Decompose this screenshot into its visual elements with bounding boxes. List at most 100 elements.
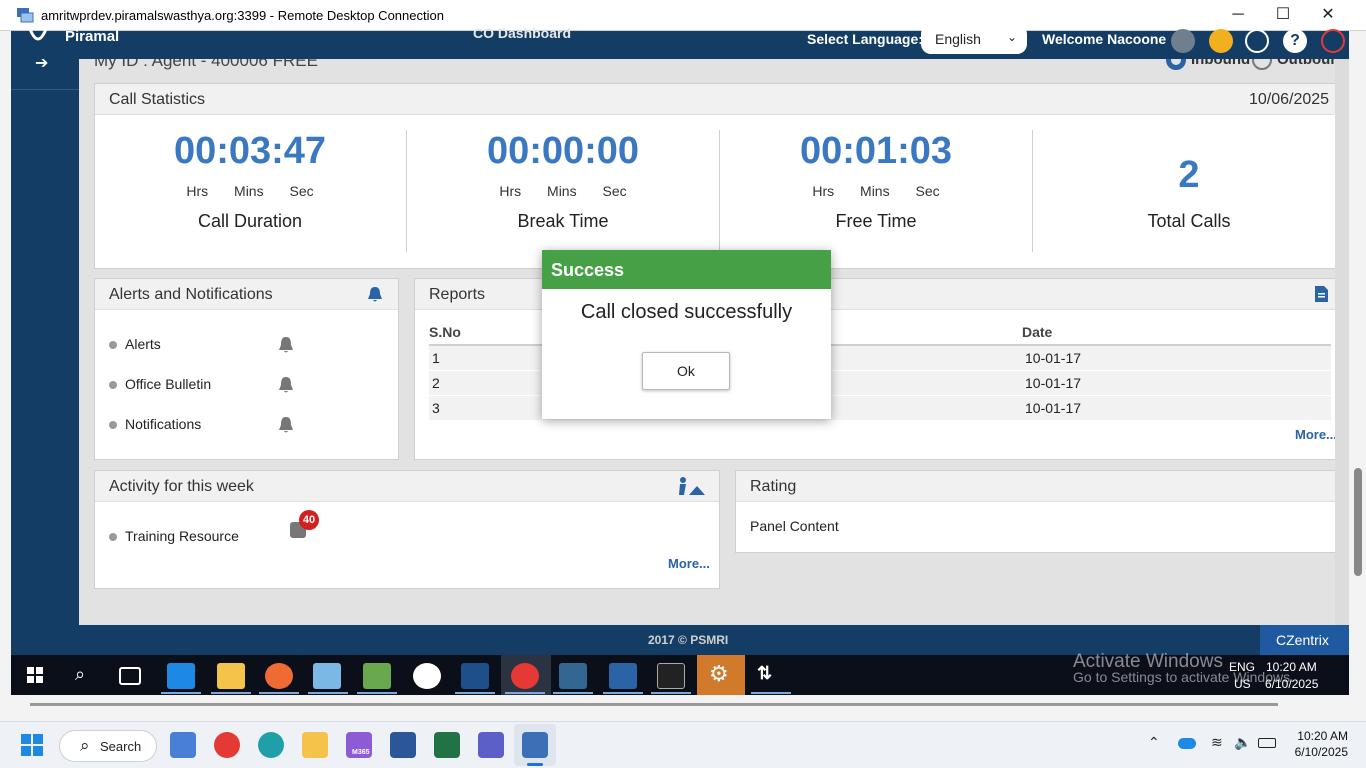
bell-icon[interactable] (278, 376, 294, 394)
remote-desktop-icon (17, 8, 34, 23)
work-in-progress-icon (679, 477, 705, 495)
help-icon[interactable]: ? (1283, 29, 1307, 53)
horizontal-scrollbar[interactable] (0, 695, 1366, 721)
bell-icon[interactable] (278, 416, 294, 434)
bell-icon[interactable] (278, 336, 294, 354)
list-item-notifications[interactable]: Notifications (109, 416, 201, 432)
chrome-icon[interactable] (214, 732, 240, 758)
vertical-scrollbar[interactable] (1349, 31, 1366, 721)
host-clock-date: 6/10/2025 (1294, 745, 1348, 759)
mysql-workbench-icon[interactable] (461, 663, 489, 689)
store-icon[interactable] (170, 732, 196, 758)
total-calls-label: Total Calls (1147, 211, 1231, 231)
remote-clock-date[interactable]: 6/10/2025 (1265, 677, 1318, 691)
chrome-icon[interactable] (511, 663, 539, 689)
minimize-button[interactable]: ─ (1226, 4, 1250, 26)
select-language-label: Select Language: (807, 31, 923, 47)
host-left-strip (0, 31, 11, 721)
wifi-icon[interactable]: ≋ (1211, 734, 1223, 751)
windows-start-icon[interactable] (27, 667, 43, 683)
piramal-logo-icon (28, 28, 48, 41)
call-duration-time: 00:03:47 (173, 130, 327, 172)
user-profile-icon[interactable] (1245, 29, 1269, 53)
app-arrows-icon[interactable]: ⇅ (757, 663, 772, 684)
search-icon[interactable]: ⌕ (75, 664, 85, 685)
battery-icon[interactable] (1258, 738, 1276, 748)
close-button[interactable]: ✕ (1316, 4, 1340, 26)
dialog-header: Success (542, 250, 831, 289)
maximize-button[interactable]: ☐ (1271, 4, 1295, 26)
remote-clock-time[interactable]: 10:20 AM (1266, 660, 1317, 674)
mongodb-compass-icon[interactable] (413, 663, 441, 689)
chevron-up-icon[interactable]: ⌃ (1148, 734, 1160, 751)
windows-start-icon[interactable] (21, 734, 43, 756)
reports-more-link[interactable]: More... (1295, 427, 1335, 442)
document-icon[interactable] (1314, 285, 1329, 303)
onedrive-icon[interactable] (1178, 738, 1196, 749)
rating-panel: Rating Panel Content (735, 470, 1335, 553)
file-explorer-icon[interactable] (302, 732, 328, 758)
sidebar: ➔ (11, 55, 79, 625)
app-header: Piramal CO Dashboard Select Language: En… (11, 24, 1349, 59)
bell-icon (368, 287, 382, 302)
inbound-radio[interactable] (1166, 59, 1186, 70)
notepad-plus-icon[interactable] (363, 663, 391, 689)
call-statistics-title: Call Statistics (109, 91, 206, 108)
alerts-header: Alerts and Notifications (95, 279, 398, 310)
outbound-radio[interactable] (1252, 59, 1272, 70)
list-item-training-resource[interactable]: Training Resource (109, 528, 239, 544)
language-select[interactable]: English ⌄ (921, 24, 1027, 54)
chevron-down-icon: ⌄ (1006, 30, 1017, 44)
file-explorer-icon[interactable] (217, 663, 245, 689)
czentrix-brand[interactable]: CZentrix (1260, 625, 1349, 655)
stat-break-time: 00:00:00 Hrs Mins Sec Break Time (408, 130, 718, 232)
list-item-alerts[interactable]: Alerts (109, 336, 161, 352)
stat-divider (719, 130, 720, 252)
scrollbar-thumb[interactable] (1354, 468, 1362, 576)
language-indicator-bottom[interactable]: US (1234, 677, 1251, 691)
activity-more-link[interactable]: More... (668, 556, 710, 571)
cell-date: 10-01-17 (1022, 345, 1331, 371)
gear-icon[interactable]: ⚙ (709, 661, 729, 687)
taskbar-search[interactable]: ⌕ Search (59, 730, 157, 762)
logout-arrow-icon[interactable]: ➔ (35, 53, 48, 73)
alerts-title: Alerts and Notifications (109, 286, 273, 303)
dashboard-title: CO Dashboard (473, 25, 572, 41)
remote-desktop-icon[interactable] (522, 732, 548, 758)
postman-icon[interactable] (265, 663, 293, 689)
task-view-icon[interactable] (119, 667, 141, 685)
ok-button[interactable]: Ok (642, 352, 730, 390)
stat-free-time: 00:01:03 Hrs Mins Sec Free Time (721, 130, 1031, 232)
teams-icon[interactable] (478, 732, 504, 758)
active-indicator (161, 692, 201, 694)
search-label: Search (100, 739, 142, 754)
power-icon[interactable] (1321, 29, 1345, 53)
rdp-title-bar: amritwprdev.piramalswasthya.org:3399 - R… (0, 0, 1366, 31)
word-icon[interactable] (390, 732, 416, 758)
bullet-dot (109, 381, 117, 390)
postgresql-icon[interactable] (559, 663, 587, 689)
app-window-icon[interactable] (609, 663, 637, 689)
internet-explorer-icon[interactable] (167, 663, 195, 689)
m365-label: M365 (352, 749, 370, 756)
excel-icon[interactable] (434, 732, 460, 758)
volume-icon[interactable]: 🔈 (1234, 734, 1251, 751)
host-clock[interactable]: 10:20 AM 6/10/2025 (1284, 728, 1348, 760)
scrollbar-thumb[interactable] (30, 703, 1278, 706)
language-indicator-top[interactable]: ENG (1229, 660, 1255, 674)
sidebar-divider (11, 89, 79, 90)
logo-text: Piramal (65, 28, 120, 45)
active-indicator (259, 692, 299, 694)
training-count-badge: 40 (299, 510, 319, 530)
free-time-label: Free Time (835, 211, 917, 231)
flag-icon[interactable] (1209, 29, 1233, 53)
dialog-message: Call closed successfully (580, 301, 793, 323)
rating-header: Rating (736, 471, 1335, 502)
terminal-icon[interactable] (657, 663, 685, 689)
edge-icon[interactable] (258, 732, 284, 758)
list-item-office-bulletin[interactable]: Office Bulletin (109, 376, 211, 392)
app-icon[interactable] (313, 663, 341, 689)
stat-call-duration: 00:03:47 Hrs Mins Sec Call Duration (95, 130, 405, 232)
agent-status-icon[interactable] (1171, 29, 1195, 53)
cell-date: 10-01-17 (1022, 370, 1331, 396)
